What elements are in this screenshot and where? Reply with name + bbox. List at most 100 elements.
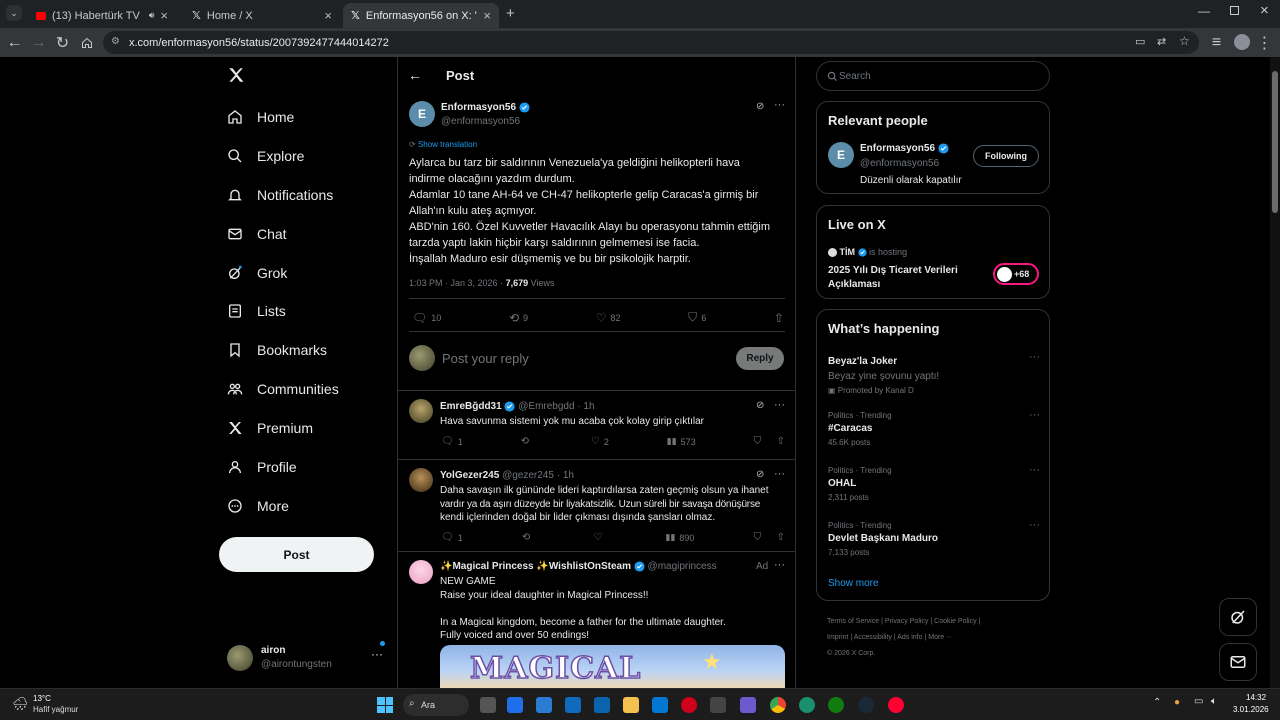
author-avatar[interactable]: E bbox=[409, 101, 435, 127]
ad-avatar[interactable] bbox=[409, 560, 433, 584]
grok-explain-icon[interactable]: ⊘ bbox=[756, 469, 764, 480]
trend-more-icon[interactable]: ··· bbox=[1029, 464, 1040, 476]
tray-chevron-icon[interactable]: ⌃ bbox=[1153, 697, 1161, 708]
messages-floating-button[interactable] bbox=[1219, 643, 1257, 681]
nav-explore[interactable]: Explore bbox=[227, 144, 304, 168]
ad-more-icon[interactable]: ··· bbox=[774, 559, 785, 571]
bookmark-action[interactable]: ⛉ 6 bbox=[688, 310, 706, 325]
outlook-icon[interactable] bbox=[594, 697, 610, 713]
views-action[interactable]: ▮▮ 890 bbox=[666, 532, 695, 543]
grok-explain-icon[interactable]: ⊘ bbox=[756, 400, 764, 411]
reply-avatar[interactable] bbox=[409, 468, 433, 492]
clock-date[interactable]: 3.01.2026 bbox=[1233, 705, 1269, 714]
ad-post[interactable]: ✨Magical Princess ✨WishlistOnSteam @magi… bbox=[398, 551, 795, 688]
bookmark-share[interactable]: ⛉ ⇧ bbox=[754, 532, 785, 543]
trend-more-icon[interactable]: ··· bbox=[1029, 351, 1040, 363]
live-text[interactable]: 2025 Yılı Dış Ticaret Verileri Açıklamas… bbox=[828, 264, 958, 291]
close-tab-icon[interactable]: × bbox=[160, 8, 168, 23]
tab-home-x[interactable]: 𝕏 Home / X × bbox=[184, 3, 340, 28]
taskbar-search[interactable]: ⌕ Ara bbox=[403, 694, 469, 716]
post-more-icon[interactable]: ··· bbox=[774, 99, 785, 111]
reply-input[interactable]: Post your reply bbox=[442, 351, 712, 366]
relevant-name[interactable]: Enformasyon56 bbox=[860, 143, 949, 154]
following-button[interactable]: Following bbox=[973, 145, 1039, 167]
share-action[interactable]: ⇧ bbox=[774, 311, 784, 325]
footer-link[interactable]: Imprint bbox=[827, 634, 848, 641]
show-more-link[interactable]: Show more bbox=[828, 578, 879, 589]
browser-menu-icon[interactable]: ⋮ bbox=[1256, 34, 1273, 52]
minimize-button[interactable]: — bbox=[1198, 4, 1210, 18]
nav-bookmarks[interactable]: Bookmarks bbox=[227, 338, 327, 362]
reply-time[interactable]: · 1h bbox=[577, 401, 594, 412]
like-action[interactable]: ♡ 2 bbox=[591, 436, 609, 447]
calculator-icon[interactable] bbox=[710, 697, 726, 713]
footer-link[interactable]: Cookie Policy bbox=[934, 618, 976, 625]
nav-notifications[interactable]: Notifications bbox=[227, 183, 333, 207]
page-scrollbar[interactable] bbox=[1270, 57, 1280, 688]
app-icon-1[interactable] bbox=[507, 697, 523, 713]
weather-widget[interactable]: 🌧︎ 13°C Hafif yağmur bbox=[12, 693, 92, 717]
reading-list-icon[interactable]: ≡ bbox=[1208, 34, 1225, 51]
footer-link[interactable]: Ads info bbox=[897, 634, 922, 641]
footer-link[interactable]: More ··· bbox=[928, 634, 953, 641]
close-window-button[interactable]: × bbox=[1260, 2, 1269, 19]
reply-more-icon[interactable]: ··· bbox=[774, 399, 785, 411]
tab-search-icon[interactable]: ⌄ bbox=[6, 5, 22, 21]
reply-post[interactable]: EmreBğdd31 @Emrebgdd · 1h ⊘ ··· Hava sav… bbox=[398, 390, 795, 459]
app-icon-5[interactable] bbox=[740, 697, 756, 713]
ad-author-name[interactable]: ✨Magical Princess ✨WishlistOnSteam bbox=[440, 561, 631, 572]
app-icon-3[interactable] bbox=[565, 697, 581, 713]
footer-link[interactable]: Privacy Policy bbox=[885, 618, 929, 625]
reply-button[interactable]: Reply bbox=[736, 347, 784, 370]
site-info-icon[interactable]: ⚙ bbox=[111, 36, 120, 47]
reply-author-handle[interactable]: @gezer245 bbox=[502, 470, 554, 481]
relevant-avatar[interactable]: E bbox=[828, 142, 854, 168]
post-button[interactable]: Post bbox=[219, 537, 374, 572]
post-timestamp[interactable]: 1:03 PM · Jan 3, 2026 · bbox=[409, 278, 506, 288]
network-icon[interactable]: ▭ bbox=[1194, 696, 1203, 707]
reply-more-icon[interactable]: ··· bbox=[774, 468, 785, 480]
back-arrow-icon[interactable]: ← bbox=[408, 67, 422, 83]
nav-more[interactable]: More bbox=[227, 494, 289, 518]
bookmark-share[interactable]: ⛉ ⇧ bbox=[754, 436, 785, 447]
reply-action[interactable]: 🗨︎ 10 bbox=[412, 311, 441, 325]
scrollbar-thumb[interactable] bbox=[1272, 71, 1278, 213]
repost-action[interactable]: ⟲ bbox=[522, 532, 534, 543]
repost-action[interactable]: ⟲ 9 bbox=[509, 311, 528, 325]
nav-home[interactable]: Home bbox=[227, 105, 294, 129]
close-tab-icon[interactable]: × bbox=[324, 8, 332, 23]
back-icon[interactable]: ← bbox=[6, 34, 23, 51]
xbox-icon[interactable] bbox=[828, 697, 844, 713]
maximize-button[interactable] bbox=[1230, 6, 1239, 15]
like-action[interactable]: ♡ 82 bbox=[596, 311, 621, 325]
nav-profile[interactable]: Profile bbox=[227, 455, 297, 479]
live-listeners-pill[interactable]: +68 bbox=[993, 263, 1039, 285]
nav-lists[interactable]: Lists bbox=[227, 299, 286, 323]
grok-floating-button[interactable] bbox=[1219, 598, 1257, 636]
nav-grok[interactable]: Grok bbox=[227, 261, 287, 285]
nav-chat[interactable]: Chat bbox=[227, 222, 287, 246]
ad-author-handle[interactable]: @magiprincess bbox=[648, 561, 717, 572]
search-box[interactable]: Search bbox=[816, 61, 1050, 91]
reply-author-handle[interactable]: @Emrebgdd bbox=[518, 401, 574, 412]
app-icon-2[interactable] bbox=[536, 697, 552, 713]
tab-haberturk[interactable]: (13) Habertürk TV Canlı Yayın 🔊︎ × bbox=[28, 3, 176, 28]
repost-action[interactable]: ⟲ bbox=[521, 436, 533, 447]
trend-item[interactable]: Politics · Trending #Caracas 45.6K posts… bbox=[828, 409, 1040, 447]
nav-premium[interactable]: Premium bbox=[227, 416, 313, 440]
footer-link[interactable]: Accessibility bbox=[854, 634, 892, 641]
author-name[interactable]: Enformasyon56 bbox=[441, 102, 530, 113]
reply-avatar[interactable] bbox=[409, 399, 433, 423]
trend-more-icon[interactable]: ··· bbox=[1029, 409, 1040, 421]
new-tab-button[interactable]: + bbox=[506, 5, 515, 22]
app-icon-4[interactable] bbox=[652, 697, 668, 713]
reply-time[interactable]: · 1h bbox=[557, 470, 574, 481]
trend-more-icon[interactable]: ··· bbox=[1029, 519, 1040, 531]
task-view-icon[interactable] bbox=[480, 697, 496, 713]
views-action[interactable]: ▮▮ 573 bbox=[667, 436, 696, 447]
microphone-icon[interactable]: ● bbox=[1174, 697, 1180, 708]
footer-link[interactable]: Terms of Service bbox=[827, 618, 879, 625]
reload-icon[interactable]: ↻ bbox=[54, 34, 71, 52]
trend-item[interactable]: Politics · Trending Devlet Başkanı Madur… bbox=[828, 519, 1040, 557]
promoted-trend[interactable]: Beyaz'la Joker Beyaz yine şovunu yaptı! … bbox=[828, 351, 1040, 395]
